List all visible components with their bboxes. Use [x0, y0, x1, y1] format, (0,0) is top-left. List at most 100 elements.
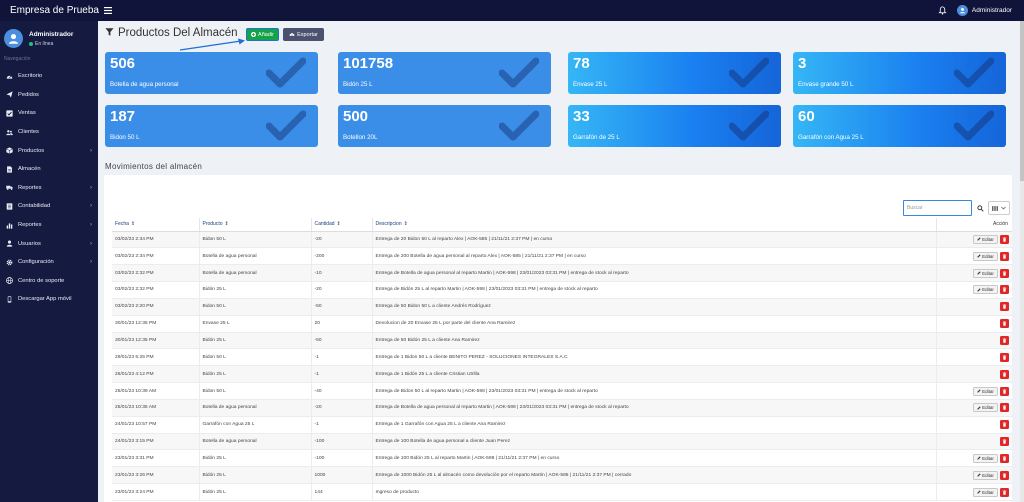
sidebar-item-productos[interactable]: Productos ›	[0, 141, 98, 160]
cell-descripcion: Entrega de Bidon 50 L al reparto Martin …	[372, 382, 937, 400]
sidebar: Administrador En línea Navegación Escrit…	[0, 21, 98, 502]
trash-icon	[1002, 237, 1007, 242]
cell-producto: Botella de agua personal	[199, 264, 312, 283]
delete-button[interactable]	[1000, 302, 1009, 312]
edit-button[interactable]: Editar	[973, 470, 998, 480]
delete-button[interactable]	[1000, 285, 1009, 295]
sort-icon: ⇕	[403, 221, 408, 228]
cell-actions	[936, 315, 1012, 333]
edit-button[interactable]: Editar	[973, 453, 998, 463]
columns-icon	[992, 205, 998, 211]
sidebar-item-usuarios[interactable]: Usuarios ›	[0, 234, 98, 253]
bell-icon[interactable]	[938, 6, 947, 15]
trash-icon	[1002, 472, 1007, 478]
table-row: 25/01/23 10:39 AM Bidon 50 L -40 Entrega de…	[112, 382, 1012, 400]
pencil-icon	[977, 389, 981, 393]
user-menu[interactable]: Administrador	[956, 5, 1012, 16]
edit-button[interactable]: Editar	[973, 234, 998, 244]
add-button[interactable]: Añadir	[246, 28, 279, 41]
delete-button[interactable]	[1000, 234, 1009, 244]
cell-descripcion: Entrega de Botella de agua personal al r…	[372, 264, 937, 283]
cell-descripcion: Entrega de 20 Bidon 50 L al reparto Alex…	[372, 231, 937, 249]
delete-button[interactable]	[1000, 453, 1009, 463]
cell-actions: Editar	[936, 466, 1012, 485]
edit-button[interactable]: Editar	[973, 285, 998, 295]
gear-icon	[6, 259, 13, 266]
delete-button[interactable]	[1000, 319, 1009, 329]
trash-icon	[1002, 321, 1007, 326]
sidebar-item-clientes[interactable]: Clientes	[0, 123, 98, 142]
delete-button[interactable]	[1000, 420, 1009, 430]
sidebar-item-pedidos[interactable]: Pedidos	[0, 86, 98, 105]
columns-dropdown[interactable]	[988, 201, 1010, 215]
column-header-fecha[interactable]: Fecha ⇕	[112, 218, 200, 232]
column-header-descripcion[interactable]: Descripcion ⇕	[372, 218, 937, 232]
app-title[interactable]: Empresa de Prueba	[0, 0, 99, 21]
sidebar-item-centro-de-soporte[interactable]: Centro de soporte	[0, 272, 98, 291]
edit-button[interactable]: Editar	[973, 403, 998, 413]
stock-card-label: Botella de agua personal	[110, 81, 179, 88]
stock-card-value: 500	[343, 108, 369, 125]
sidebar-item-reportes[interactable]: Reportes ›	[0, 216, 98, 235]
filter-icon	[105, 27, 114, 39]
truck-icon	[6, 184, 13, 191]
delete-button[interactable]	[1000, 487, 1009, 497]
delete-button[interactable]	[1000, 369, 1009, 379]
sidebar-item-descargar-app-móvil[interactable]: Descargar App móvil	[0, 290, 98, 309]
delete-button[interactable]	[1000, 251, 1009, 261]
edit-button-label: Editar	[982, 489, 994, 495]
table-body: 03/02/23 2:34 PM Bidon 50 L -20 Entrega de …	[112, 231, 1012, 501]
column-header-producto[interactable]: Producto ⇕	[199, 218, 312, 232]
trash-icon	[1002, 388, 1007, 394]
sidebar-item-label: Configuración	[18, 259, 54, 266]
export-button[interactable]: Exportar	[283, 28, 324, 41]
cell-actions: Editar	[936, 231, 1012, 249]
table-row: 24/01/23 10:57 PM Garrafón con Agua 25 L-…	[112, 416, 1012, 434]
hamburger-menu-icon[interactable]	[104, 6, 112, 16]
sidebar-item-contabilidad[interactable]: Contabilidad ›	[0, 197, 98, 216]
edit-button[interactable]: Editar	[973, 386, 998, 396]
mobile-icon	[6, 296, 13, 303]
edit-button[interactable]: Editar	[973, 487, 998, 497]
search-button[interactable]	[975, 201, 985, 215]
delete-button[interactable]	[1000, 268, 1009, 278]
cell-actions: Editar	[936, 382, 1012, 400]
cell-fecha: 23/01/23 3:24 PM	[112, 483, 200, 501]
delete-button[interactable]	[1000, 386, 1009, 396]
sidebar-item-almacén[interactable]: Almacén	[0, 160, 98, 179]
delete-button[interactable]	[1000, 352, 1009, 362]
cell-fecha: 23/01/23 3:26 PM	[112, 466, 200, 485]
edit-button[interactable]: Editar	[973, 251, 998, 261]
cell-cantidad: -40	[311, 382, 373, 400]
cloud-download-icon	[289, 33, 295, 37]
column-header-cantidad[interactable]: Cantidad ⇕	[311, 218, 373, 232]
delete-button[interactable]	[1000, 470, 1009, 480]
cell-actions: Editar	[936, 247, 1012, 266]
delete-button[interactable]	[1000, 335, 1009, 345]
cell-producto: Bidon 50 L	[199, 298, 312, 316]
stock-card-label: Bidon 50 L	[110, 134, 140, 141]
sidebar-item-label: Almacén	[18, 166, 41, 173]
sidebar-item-escritorio[interactable]: Escritorio	[0, 67, 98, 86]
check-square-icon	[6, 110, 13, 117]
sidebar-item-ventas[interactable]: Ventas	[0, 104, 98, 123]
page-scrollbar-thumb[interactable]	[1020, 21, 1024, 181]
cell-producto: Bidon 50 L	[199, 231, 312, 249]
trash-icon	[1002, 439, 1007, 444]
cell-descripcion: Entrega de 50 Bidón 25 L a cliente Ana R…	[372, 332, 937, 350]
delete-button[interactable]	[1000, 437, 1009, 447]
cell-descripcion: Entrega de 1 Bidón 25 L a cliente Cristi…	[372, 365, 937, 384]
delete-button[interactable]	[1000, 403, 1009, 413]
stock-card: 101758 Bidón 25 L	[338, 52, 551, 94]
search-input[interactable]: Buscar	[903, 200, 972, 216]
stock-card: 60 Garrafón con Agua 25 L	[793, 105, 1006, 147]
edit-button-label: Editar	[982, 472, 994, 478]
sidebar-item-configuración[interactable]: Configuración ›	[0, 253, 98, 272]
cell-actions	[936, 348, 1012, 367]
sidebar-user: Administrador En línea	[0, 21, 98, 51]
edit-button[interactable]: Editar	[973, 268, 998, 278]
cell-actions: Editar	[936, 483, 1012, 501]
sidebar-item-reportes[interactable]: Reportes ›	[0, 179, 98, 198]
trash-icon	[1002, 489, 1007, 495]
pencil-icon	[977, 237, 981, 242]
